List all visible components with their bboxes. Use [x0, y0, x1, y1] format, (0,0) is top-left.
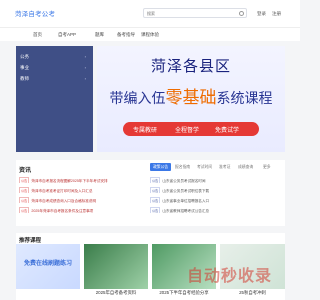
search-box[interactable] [143, 8, 247, 18]
chevron-right-icon: › [84, 54, 86, 59]
tab-time[interactable]: 考试时间 [194, 163, 215, 171]
course-caption: 25秋自考冲刺 [239, 290, 266, 295]
sidebar-item-civil[interactable]: 公务 › [20, 54, 90, 62]
news-section: 资讯 政策公告 报名指南 考试时间 准考证 成绩查询 更多 公告 菏泽市自考报名流… [16, 160, 285, 226]
courses-title: 推荐课程 [19, 238, 42, 244]
banner-highlight: 零基础 [165, 88, 217, 108]
news-item[interactable]: 公告 山东省公务员考试报名时间 [150, 177, 282, 183]
news-title: 资讯 [19, 168, 32, 174]
top-bar: 菏泽自考公考 登录 注册 [0, 0, 300, 27]
sidebar-item-label: 公务 [20, 54, 29, 59]
chevron-right-icon: › [84, 65, 86, 70]
news-item[interactable]: 公告 菏泽市自考准考证打印时间及入口汇总 [19, 187, 139, 193]
banner-pill[interactable]: 专属教研 全程督学 免费试学 [123, 122, 259, 136]
nav-home[interactable]: 首页 [33, 32, 42, 38]
nav-course[interactable]: 课程体验 [141, 32, 159, 38]
banner-title: 菏泽各县区 [150, 57, 231, 75]
course-card[interactable]: 2025年自考备考资料 [84, 244, 148, 300]
sidebar-item-public[interactable]: 事业 › [20, 65, 90, 73]
tab-score[interactable]: 成绩查询 [235, 163, 256, 171]
register-link[interactable]: 注册 [272, 11, 281, 17]
watermark-text: 自动秒收录 [187, 268, 273, 285]
search-icon[interactable] [239, 10, 244, 16]
sidebar-item-label: 事业 [20, 65, 29, 70]
category-sidebar: 公务 › 事业 › 教师 › [16, 46, 93, 152]
course-caption: 2025下半年自考经验分享 [159, 290, 209, 295]
news-item[interactable]: 公告 菏泽市自考成绩查询入口及合格标准说明 [19, 197, 139, 203]
promo-banner[interactable]: 菏泽各县区 带编入伍零基础系统课程 专属教研 全程督学 免费试学 [97, 46, 285, 152]
site-logo[interactable]: 菏泽自考公考 [15, 8, 55, 18]
news-item[interactable]: 公告 2025年菏泽市自考报名条件及注意事项 [19, 207, 139, 213]
course-caption: 免费在线刷题练习 [23, 261, 72, 267]
news-item[interactable]: 公告 菏泽市自考报名流程图解2025年下半年考试安排 [19, 177, 139, 183]
sidebar-item-label: 教师 [20, 76, 29, 81]
nav-guide[interactable]: 备考指导 [117, 32, 135, 38]
nav-app[interactable]: 自考APP [58, 32, 76, 38]
course-card[interactable]: 免费在线刷题练习 [16, 244, 80, 300]
chevron-right-icon: › [84, 76, 86, 81]
tab-ticket[interactable]: 准考证 [216, 163, 233, 171]
course-thumbnail [84, 244, 148, 289]
login-link[interactable]: 登录 [257, 11, 266, 17]
news-item[interactable]: 公告 山东省公务员考试职位表下载 [150, 187, 282, 193]
main-nav: 首页 自考APP 题库 备考指导 课程体验 [0, 27, 300, 41]
news-item[interactable]: 公告 山东省教师招聘考试公告汇总 [150, 207, 282, 213]
course-caption: 2025年自考备考资料 [95, 290, 137, 295]
sidebar-item-teacher[interactable]: 教师 › [20, 76, 90, 84]
tab-guide[interactable]: 报名指南 [172, 163, 193, 171]
nav-questions[interactable]: 题库 [95, 32, 104, 38]
tab-more[interactable]: 更多 [260, 163, 274, 171]
news-item[interactable]: 公告 山东省事业单位招聘报名入口 [150, 197, 282, 203]
tab-policy[interactable]: 政策公告 [150, 163, 172, 171]
banner-subtitle: 带编入伍零基础系统课程 [109, 88, 273, 108]
search-input[interactable] [147, 10, 237, 17]
